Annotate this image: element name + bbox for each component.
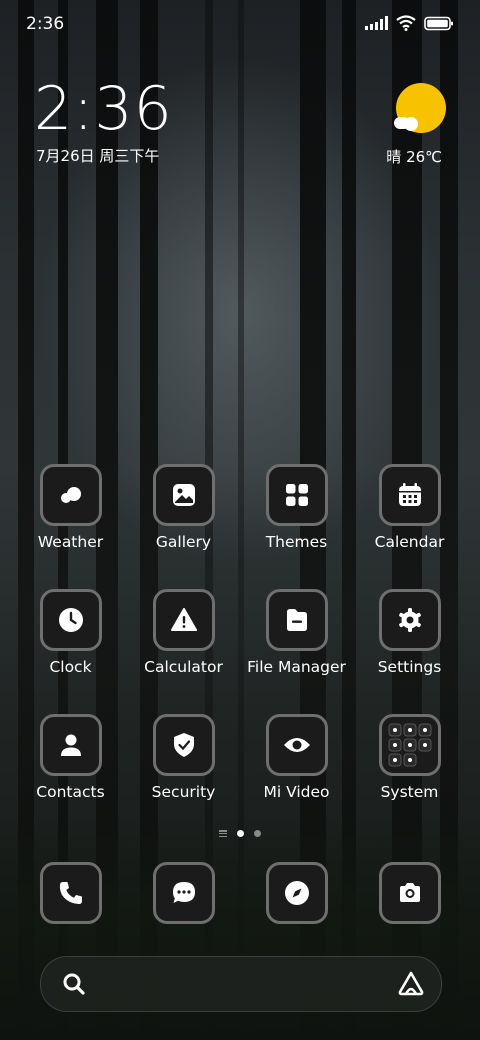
app-themes[interactable]: Themes	[240, 464, 353, 551]
compass-icon	[284, 881, 309, 905]
messages-icon	[172, 882, 195, 903]
app-label: Calendar	[374, 533, 445, 551]
camera-icon	[399, 883, 420, 902]
contacts-icon	[60, 734, 81, 756]
search-bar[interactable]	[40, 956, 442, 1012]
app-label: Security	[151, 783, 216, 801]
file-manager-icon	[286, 609, 307, 631]
themes-icon	[285, 484, 308, 506]
app-calculator[interactable]: Calculator	[127, 589, 240, 676]
app-label: System	[380, 783, 439, 801]
assistant-icon[interactable]	[397, 970, 425, 998]
search-icon[interactable]	[61, 971, 87, 997]
app-label: Themes	[265, 533, 328, 551]
status-icons	[365, 15, 454, 31]
weather-icon	[60, 487, 81, 503]
app-calendar[interactable]: Calendar	[353, 464, 466, 551]
folder-grid-icon	[388, 723, 431, 767]
signal-icon	[365, 16, 388, 30]
status-time: 2:36	[26, 14, 65, 34]
app-security[interactable]: Security	[127, 714, 240, 801]
weather-widget-text: 晴 26℃	[386, 148, 442, 166]
app-weather[interactable]: Weather	[14, 464, 127, 551]
dock-camera[interactable]	[353, 862, 466, 924]
clock-icon	[58, 608, 83, 632]
app-gallery[interactable]: Gallery	[127, 464, 240, 551]
page-dot-active	[237, 830, 244, 837]
app-label: Contacts	[36, 783, 105, 801]
calculator-icon	[170, 608, 197, 631]
sunny-weather-icon	[394, 83, 446, 133]
status-bar: 2:36	[0, 0, 480, 50]
clock-widget-time[interactable]: 2:36	[34, 74, 173, 144]
gear-icon	[398, 608, 421, 632]
eye-icon	[283, 738, 310, 752]
shield-icon	[173, 733, 194, 757]
page-dot	[254, 830, 261, 837]
page-indicator-menu-icon	[219, 830, 227, 837]
dock-messages[interactable]	[127, 862, 240, 924]
wifi-icon	[396, 15, 416, 31]
battery-icon	[424, 16, 453, 30]
app-label: Calculator	[144, 658, 223, 676]
dock-browser[interactable]	[240, 862, 353, 924]
app-mi-video[interactable]: Mi Video	[240, 714, 353, 801]
dock-phone[interactable]	[14, 862, 127, 924]
weather-widget[interactable]	[384, 83, 446, 133]
calendar-icon	[398, 483, 421, 506]
app-settings[interactable]: Settings	[353, 589, 466, 676]
app-label: Gallery	[155, 533, 212, 551]
clock-widget-date: 7月26日 周三下午	[36, 147, 160, 165]
app-label: Settings	[377, 658, 442, 676]
app-file-manager[interactable]: File Manager	[240, 589, 353, 676]
app-label: Clock	[49, 658, 92, 676]
app-clock[interactable]: Clock	[14, 589, 127, 676]
app-label: Weather	[37, 533, 104, 551]
app-system-folder[interactable]: System	[353, 714, 466, 801]
phone-icon	[59, 882, 82, 904]
gallery-icon	[172, 484, 195, 506]
app-label: Mi Video	[263, 783, 330, 801]
app-label: File Manager	[247, 658, 346, 676]
app-contacts[interactable]: Contacts	[14, 714, 127, 801]
page-indicator[interactable]	[0, 830, 480, 837]
